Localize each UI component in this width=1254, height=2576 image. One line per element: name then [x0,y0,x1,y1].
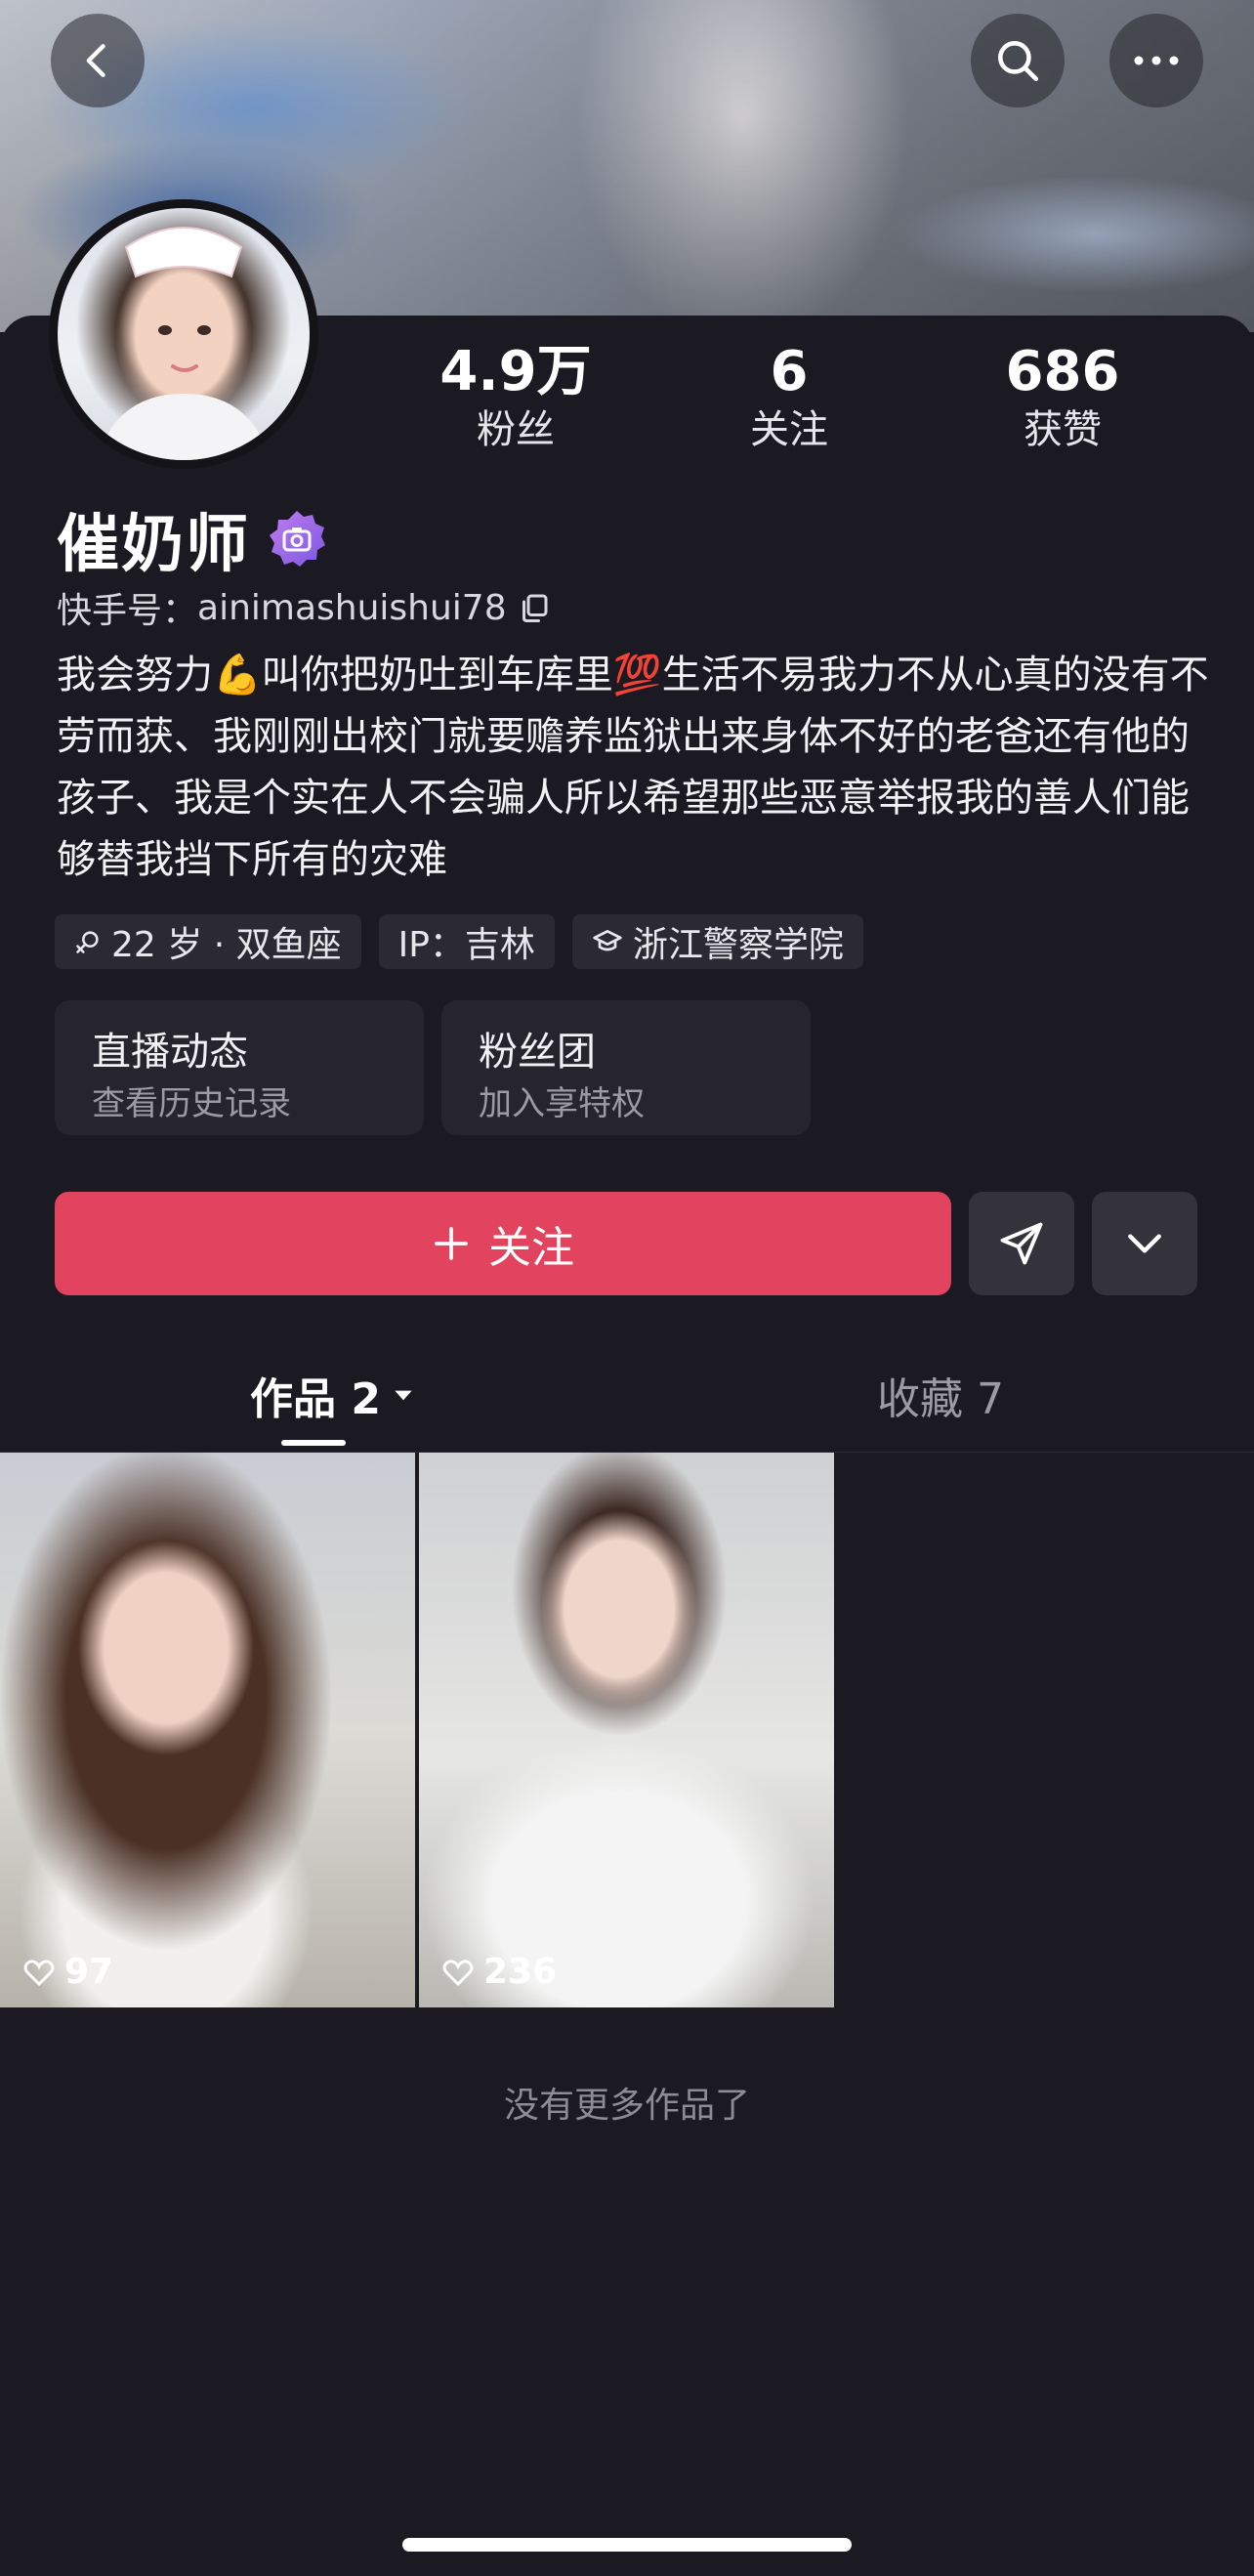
stat-fans[interactable]: 4.9万 粉丝 [408,340,623,455]
fan-club-card[interactable]: 粉丝团 加入享特权 [441,1000,811,1135]
profile-tags: 22 岁 · 双鱼座 IP：吉林 浙江警察学院 [55,914,863,969]
tab-favorites[interactable]: 收藏 7 [877,1366,1004,1424]
tag-school[interactable]: 浙江警察学院 [571,914,863,969]
follow-label: 关注 [488,1223,574,1273]
search-icon [998,41,1039,82]
heart-icon [442,1959,474,1986]
home-indicator[interactable] [402,2538,852,2552]
copy-icon[interactable] [517,590,552,625]
stat-value: 686 [1005,340,1120,403]
tag-text: IP：吉林 [397,925,535,965]
stat-value: 4.9万 [439,340,592,403]
graduation-cap-icon [593,930,622,951]
active-tab-indicator [281,1440,346,1446]
back-button[interactable] [51,14,145,107]
plus-icon [435,1227,468,1260]
stat-likes[interactable]: 686 获赞 [955,340,1170,455]
card-title: 粉丝团 [479,1030,596,1075]
caret-down-icon [395,1390,412,1401]
avatar-image [58,208,310,460]
verified-badge-icon[interactable] [266,508,328,570]
female-icon [76,931,99,953]
video-cover-image [0,1453,415,2007]
tab-label: 作品 2 [250,1374,381,1424]
chevron-down-icon [1128,1234,1161,1253]
user-id-label: 快手号： [57,591,198,631]
tab-works[interactable]: 作品 2 [250,1366,416,1424]
tab-label: 收藏 7 [877,1374,1004,1424]
live-history-card[interactable]: 直播动态 查看历史记录 [55,1000,424,1135]
video-likes: 97 [21,1952,113,1992]
more-horizontal-icon [1134,56,1179,65]
profile-bio: 我会努力💪叫你把奶吐到车库里💯生活不易我力不从心真的没有不劳而获、我刚刚出校门就… [57,653,1209,882]
stat-following[interactable]: 6 关注 [682,340,897,455]
tag-text: 浙江警察学院 [632,925,844,965]
video-thumbnail[interactable]: 97 [0,1453,415,2007]
likes-count: 97 [64,1952,114,1992]
no-more-works-text: 没有更多作品了 [503,2086,750,2126]
video-thumbnail[interactable]: 236 [419,1453,834,2007]
avatar[interactable] [49,199,318,469]
name-row: 催奶师 [57,500,328,581]
video-likes: 236 [440,1952,557,1992]
stat-value: 6 [770,340,809,403]
card-subtitle: 加入享特权 [479,1084,645,1123]
search-button[interactable] [971,14,1065,107]
video-cover-image [419,1453,834,2007]
stat-label: 粉丝 [477,407,555,452]
stat-label: 获赞 [1024,407,1102,452]
more-button[interactable] [1109,14,1203,107]
tag-text: 22 岁 · 双鱼座 [111,925,342,965]
chevron-left-icon [86,44,105,77]
tag-age: 22 岁 · 双鱼座 [55,914,361,969]
profile-name: 催奶师 [57,509,250,581]
follow-button[interactable]: 关注 [55,1192,951,1295]
send-icon [1000,1222,1043,1265]
user-id: ainimashuishui78 [197,587,507,628]
card-subtitle: 查看历史记录 [92,1084,291,1123]
expand-button[interactable] [1092,1192,1197,1295]
likes-count: 236 [483,1952,558,1992]
card-title: 直播动态 [92,1030,248,1075]
stat-label: 关注 [750,407,828,452]
heart-icon [23,1959,55,1986]
tag-ip: IP：吉林 [378,914,555,969]
share-button[interactable] [969,1192,1074,1295]
user-id-row: 快手号： ainimashuishui78 [57,582,552,633]
